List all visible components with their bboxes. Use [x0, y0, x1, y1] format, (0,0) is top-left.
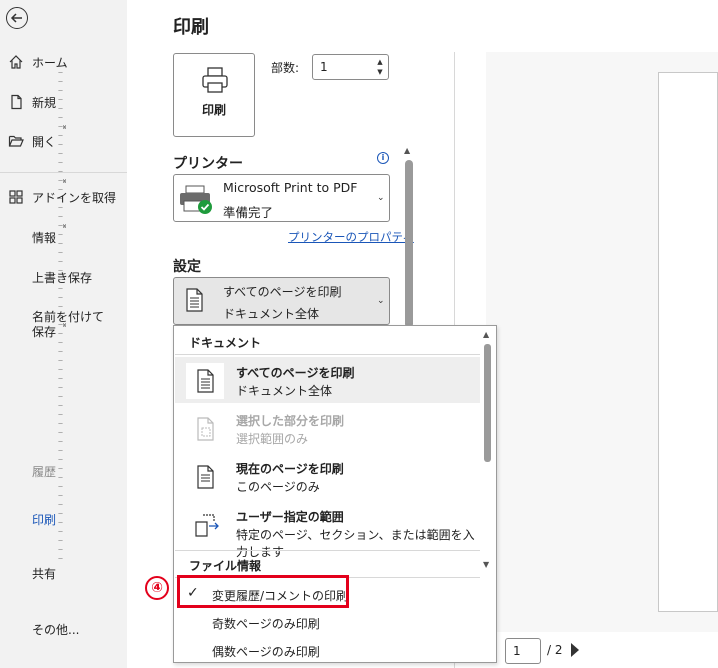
- printer-name: Microsoft Print to PDF: [223, 180, 358, 195]
- home-icon: [9, 55, 23, 69]
- icon-tile: [186, 459, 224, 495]
- scroll-up-arrow-icon[interactable]: ▲: [483, 330, 489, 339]
- nav-item-label: 開く: [32, 134, 57, 149]
- new-document-icon: [11, 94, 22, 110]
- print-button-label: 印刷: [201, 103, 226, 117]
- selection-page-icon: [197, 417, 214, 441]
- menu-item-title: すべてのページを印刷: [236, 366, 355, 380]
- copies-stepper[interactable]: 1 ▲ ▼: [312, 54, 389, 80]
- pages-icon: [186, 288, 203, 312]
- printer-select[interactable]: Microsoft Print to PDF 準備完了 ⌄: [173, 174, 390, 222]
- stepper-arrows-icon[interactable]: ▲ ▼: [375, 57, 385, 77]
- folder-open-icon: [8, 135, 24, 147]
- printer-status: 準備完了: [223, 205, 274, 220]
- menu-option-even-pages[interactable]: 偶数ページのみ印刷: [175, 636, 480, 664]
- printer-ready-icon: [180, 185, 212, 214]
- scrollbar-thumb[interactable]: [405, 160, 413, 328]
- menu-item-subtitle: 特定のページ、セクション、または範囲を入力します: [236, 528, 475, 559]
- menu-item-subtitle: 選択範囲のみ: [236, 432, 309, 446]
- menu-item-subtitle: ドキュメント全体: [236, 384, 333, 398]
- menu-header-document: ドキュメント: [189, 336, 262, 350]
- settings-section-title: 設定: [173, 259, 201, 275]
- print-range-select[interactable]: すべてのページを印刷 ドキュメント全体 ⌄: [173, 277, 390, 325]
- nav-item-label: ホーム: [32, 55, 68, 70]
- page-title: 印刷: [173, 17, 209, 38]
- print-range-menu: ドキュメント すべてのページを印刷 ドキュメント全体 選択した部分を印刷 選択範…: [173, 325, 497, 663]
- scroll-down-arrow-icon[interactable]: ▼: [483, 560, 489, 569]
- icon-tile: [186, 363, 224, 399]
- menu-option-odd-pages[interactable]: 奇数ページのみ印刷: [175, 608, 480, 636]
- menu-item-subtitle: このページのみ: [236, 480, 320, 494]
- menu-item-title: 現在のページを印刷: [236, 462, 344, 476]
- back-button[interactable]: [6, 7, 28, 29]
- menu-separator: [175, 550, 480, 551]
- arrow-left-icon: [10, 13, 22, 23]
- nav-item-label: 情報: [32, 230, 57, 245]
- current-page-input[interactable]: 1: [505, 638, 541, 664]
- single-page-icon: [197, 465, 214, 489]
- printer-properties-link[interactable]: プリンターのプロパティ: [288, 229, 414, 245]
- scroll-up-arrow-icon[interactable]: ▲: [404, 146, 410, 155]
- pages-icon: [197, 369, 214, 393]
- copies-value: 1: [320, 60, 328, 74]
- nav-item-label: 共有: [32, 566, 57, 581]
- nav-item-label: 印刷: [32, 512, 57, 527]
- preview-page-text: ーーーーーーーWーーーーーーWーーーーーWーーーーーーーーーーーWーーーーーーー…: [58, 71, 67, 563]
- menu-item-print-current[interactable]: 現在のページを印刷 このページのみ: [175, 453, 480, 499]
- printer-section-title: プリンター: [173, 156, 243, 172]
- chevron-down-icon: ⌄: [377, 296, 385, 306]
- menu-item-print-selection[interactable]: 選択した部分を印刷 選択範囲のみ: [175, 405, 480, 451]
- info-icon[interactable]: i: [377, 152, 389, 164]
- current-page-value: 1: [513, 644, 521, 658]
- menu-item-custom-range[interactable]: ユーザー指定の範囲 特定のページ、セクション、または範囲を入力します: [175, 501, 480, 559]
- print-range-title: すべてのページを印刷: [223, 285, 342, 299]
- menu-item-print-all[interactable]: すべてのページを印刷 ドキュメント全体: [175, 357, 480, 403]
- menu-scrollbar-thumb[interactable]: [484, 344, 491, 462]
- copies-label: 部数:: [271, 61, 300, 75]
- highlight-box: [177, 575, 349, 608]
- icon-tile: [186, 411, 224, 447]
- total-pages: / 2: [547, 643, 563, 657]
- menu-item-title: 選択した部分を印刷: [236, 414, 345, 428]
- print-range-subtitle: ドキュメント全体: [223, 307, 320, 321]
- print-button[interactable]: 印刷: [173, 53, 255, 137]
- nav-item-more[interactable]: その他...: [0, 615, 127, 643]
- step-number-badge: ④: [145, 576, 169, 600]
- nav-item-label: アドインを取得: [32, 190, 117, 205]
- menu-header-file-info: ファイル情報: [189, 559, 262, 573]
- nav-item-label: 新規: [32, 95, 57, 110]
- menu-option-label: 奇数ページのみ印刷: [212, 617, 320, 631]
- custom-range-icon: [195, 514, 219, 537]
- chevron-down-icon: ⌄: [377, 193, 385, 203]
- menu-item-title: ユーザー指定の範囲: [236, 510, 344, 524]
- next-page-icon[interactable]: [571, 643, 579, 657]
- nav-item-label: 履歴: [32, 464, 57, 479]
- grid-icon: [9, 190, 23, 204]
- menu-separator: [175, 354, 480, 355]
- printer-icon: [202, 67, 228, 93]
- nav-item-label: 名前を付けて保存: [32, 310, 105, 339]
- nav-item-label: その他...: [32, 622, 80, 637]
- icon-tile: [186, 507, 224, 543]
- preview-page: [658, 72, 718, 612]
- menu-option-label: 偶数ページのみ印刷: [212, 645, 320, 659]
